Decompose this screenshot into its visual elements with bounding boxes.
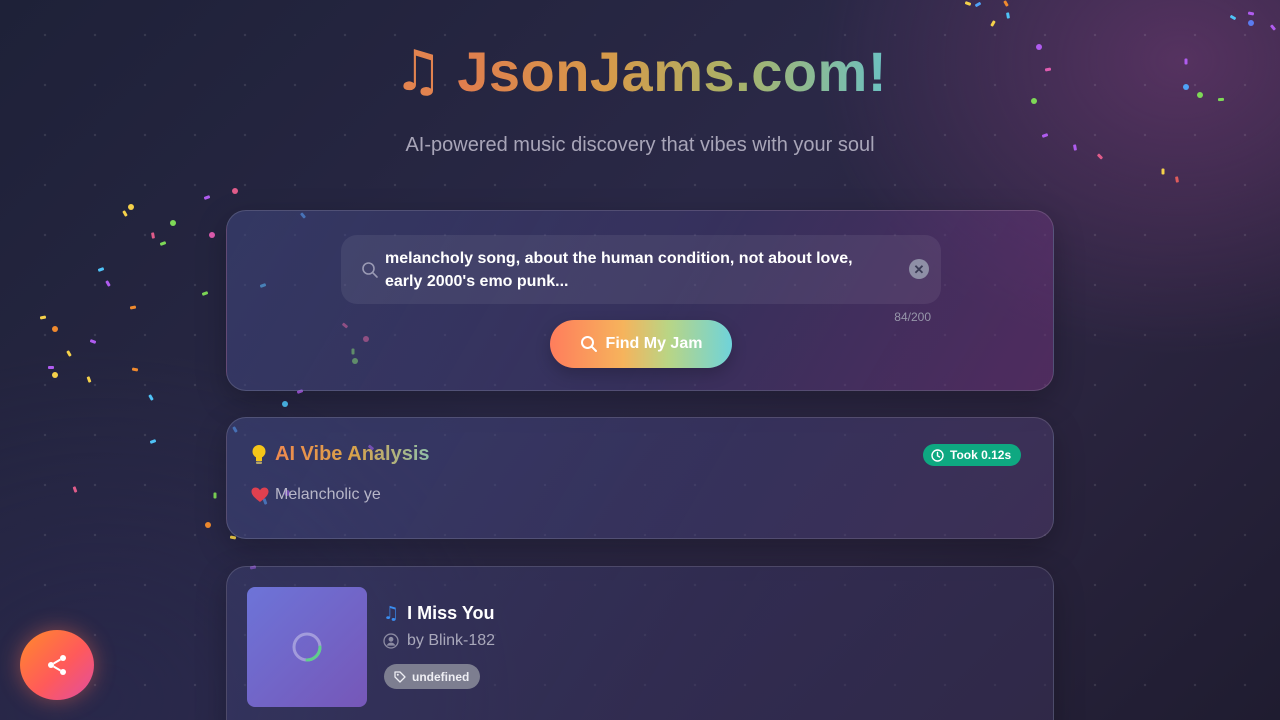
share-icon (48, 655, 66, 675)
find-my-jam-button[interactable]: Find My Jam (550, 320, 732, 368)
loading-spinner-icon (292, 632, 322, 662)
search-icon (580, 336, 597, 352)
search-icon (361, 261, 379, 279)
vibe-analysis-card: AI Vibe Analysis Took 0.12s Melancholic … (226, 417, 1054, 539)
vibe-analysis-title: AI Vibe Analysis (275, 443, 430, 465)
search-card: melancholy song, about the human conditi… (226, 210, 1054, 391)
site-title: JsonJams.com! (457, 40, 887, 103)
clock-icon (931, 448, 944, 462)
share-button[interactable] (20, 630, 94, 700)
album-art (247, 587, 367, 707)
music-note-icon: ♫ (383, 603, 400, 624)
clear-search-button[interactable]: ✕ (909, 259, 929, 279)
site-subtitle: AI-powered music discovery that vibes wi… (405, 134, 875, 156)
song-title: I Miss You (407, 603, 495, 623)
genre-tag-label: undefined (412, 669, 470, 684)
music-note-icon: ♫ (393, 39, 444, 104)
song-artist-row: by Blink-182 (383, 632, 495, 650)
character-count: 84/200 (894, 310, 931, 324)
lightbulb-icon (252, 444, 266, 464)
tag-icon (394, 670, 406, 683)
close-icon: ✕ (913, 261, 925, 277)
genre-tag: undefined (384, 664, 481, 689)
vibe-analysis-heading: AI Vibe Analysis (251, 443, 430, 466)
user-icon (383, 633, 399, 649)
song-result-card[interactable]: ♫ I Miss You by Blink-182 undefined (226, 566, 1054, 720)
vibe-text: Melancholic ye (275, 486, 381, 503)
song-title-row: ♫ I Miss You (383, 603, 495, 624)
timing-label: Took 0.12s (950, 448, 1012, 462)
timing-badge: Took 0.12s (923, 444, 1022, 466)
brand-header: ♫ JsonJams.com! (0, 44, 1280, 100)
search-query-text[interactable]: melancholy song, about the human conditi… (385, 247, 885, 293)
heart-icon (251, 487, 269, 502)
search-input[interactable]: melancholy song, about the human conditi… (341, 235, 941, 304)
song-artist: by Blink-182 (407, 632, 496, 649)
find-my-jam-label: Find My Jam (605, 335, 703, 352)
vibe-summary: Melancholic ye (251, 486, 381, 504)
